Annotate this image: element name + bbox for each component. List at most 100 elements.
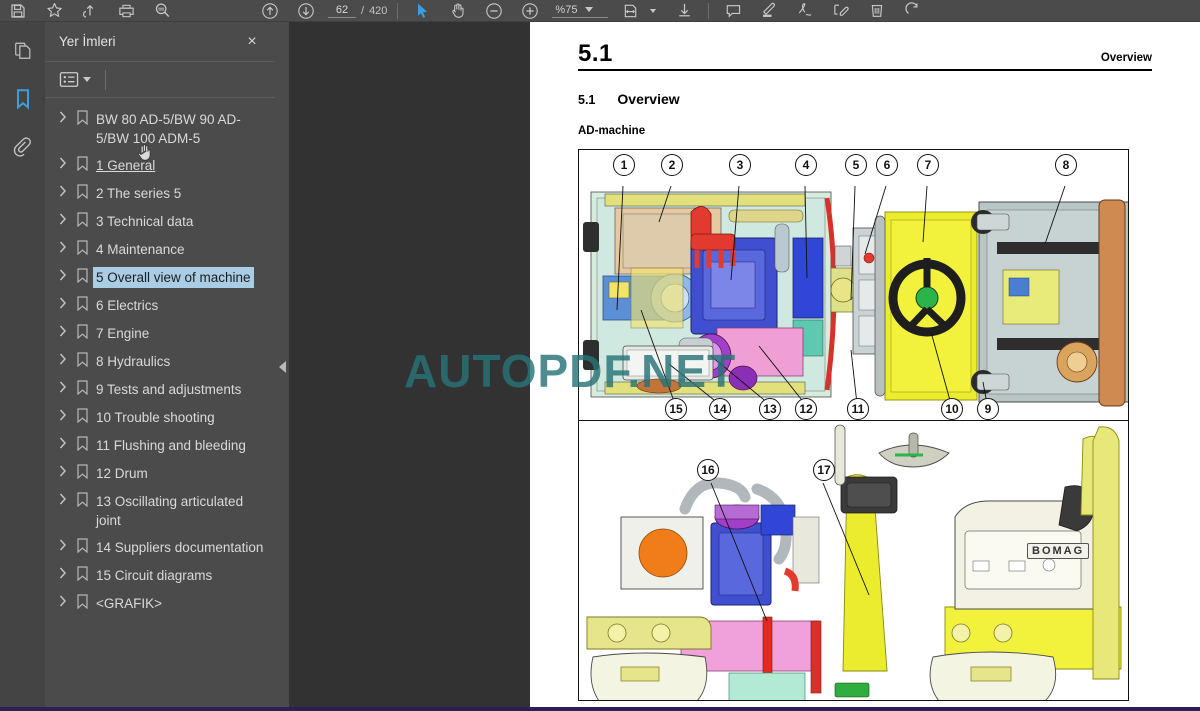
panel-collapse-handle[interactable] [275,22,289,711]
hand-tool-icon[interactable] [440,0,476,22]
draw-icon[interactable] [787,0,823,22]
chevron-right-icon[interactable] [55,407,71,421]
bookmark-item[interactable]: 13 Oscillating articulated joint [45,488,275,534]
bookmark-label: 8 Hydraulics [96,354,171,369]
attachment-icon[interactable] [8,132,38,162]
bookmark-label: 10 Trouble shooting [96,410,215,425]
document-viewer[interactable]: 5.1 Overview 5.1 Overview AD-machine BOM… [289,22,1200,711]
bookmark-label: 4 Maintenance [96,242,185,257]
bookmark-item[interactable]: 4 Maintenance [45,236,275,264]
chevron-right-icon[interactable] [55,109,71,123]
bookmark-label: 14 Suppliers documentation [96,540,264,555]
zoom-in-icon[interactable] [512,0,548,22]
fit-mode-chevron-icon[interactable] [650,8,657,13]
bookmark-item[interactable]: 12 Drum [45,460,275,488]
bookmark-label: 13 Oscillating articulated joint [96,494,244,528]
chevron-right-icon[interactable] [55,155,71,169]
bookmark-flag-icon [71,407,93,423]
bookmarks-panel-title: Yer İmleri [59,34,116,49]
side-rail [0,22,49,711]
bookmark-item[interactable]: 1 General [45,152,275,180]
bookmark-item[interactable]: 11 Flushing and bleeding [45,432,275,460]
page-number-input[interactable] [328,3,356,18]
comment-icon[interactable] [715,0,751,22]
bookmark-flag-icon [71,593,93,609]
bookmark-flag-icon [71,565,93,581]
highlight-icon[interactable] [751,0,787,22]
chevron-right-icon[interactable] [55,537,71,551]
sign-icon[interactable] [823,0,859,22]
chevron-right-icon[interactable] [55,379,71,393]
callout-13: 13 [759,398,781,420]
chevron-left-icon [278,360,286,373]
bookmark-item[interactable]: 8 Hydraulics [45,348,275,376]
section-heading: 5.1 Overview [578,91,1152,107]
chevron-right-icon[interactable] [55,435,71,449]
chevron-right-icon[interactable] [55,351,71,365]
bookmark-flag-icon [71,463,93,479]
zoom-out-icon[interactable] [476,0,512,22]
bookmark-item[interactable]: <GRAFIK> [45,590,275,618]
bookmark-flag-icon [71,491,93,507]
fit-width-icon[interactable] [612,0,648,22]
chevron-right-icon[interactable] [55,323,71,337]
bookmark-item[interactable]: 3 Technical data [45,208,275,236]
chevron-right-icon[interactable] [55,239,71,253]
bookmark-flag-icon [71,183,93,199]
bookmark-item[interactable]: 15 Circuit diagrams [45,562,275,590]
chevron-right-icon[interactable] [55,183,71,197]
chevron-right-icon[interactable] [55,463,71,477]
chevron-down-icon [585,7,594,12]
save-icon[interactable] [0,0,36,22]
print-icon[interactable] [108,0,144,22]
page-separator: / [361,4,365,17]
pages-icon[interactable] [8,36,38,66]
bookmark-icon[interactable] [8,84,49,114]
callout-14: 14 [709,398,731,420]
chevron-right-icon[interactable] [55,211,71,225]
callout-9: 9 [977,398,999,420]
bookmark-flag-icon [71,379,93,395]
toolbar: / 420 %75 [0,0,1200,22]
section-title: Overview [617,91,680,107]
bookmark-label: 9 Tests and adjustments [96,382,242,397]
callout-6: 6 [876,154,898,176]
page-up-button[interactable] [252,0,288,22]
bookmark-item[interactable]: 9 Tests and adjustments [45,376,275,404]
chevron-right-icon[interactable] [55,267,71,281]
delete-icon[interactable] [859,0,895,22]
chevron-right-icon[interactable] [55,593,71,607]
star-icon[interactable] [36,0,72,22]
bookmark-item[interactable]: 6 Electrics [45,292,275,320]
section-number: 5.1 [578,93,596,107]
bookmarks-panel-header: Yer İmleri × [45,22,275,62]
toolbar-divider-1 [397,2,399,19]
zoom-level-select[interactable]: %75 [552,4,609,18]
select-tool-icon[interactable] [404,0,440,22]
bookmarks-list[interactable]: BW 80 AD-5/BW 90 AD-5/BW 100 ADM-5 1 Gene… [45,98,275,711]
chevron-right-icon[interactable] [55,491,71,505]
chevron-right-icon[interactable] [55,565,71,579]
callout-3: 3 [729,154,751,176]
callout-4: 4 [795,154,817,176]
bookmark-label: 3 Technical data [96,214,194,229]
bookmark-item[interactable]: 2 The series 5 [45,180,275,208]
page-down-button[interactable] [288,0,324,22]
close-icon[interactable]: × [241,31,263,53]
bookmark-item[interactable]: 10 Trouble shooting [45,404,275,432]
bookmark-flag-icon [71,435,93,451]
rotate-icon[interactable] [895,0,931,22]
bookmark-label: 1 General [96,158,156,173]
bookmark-flag-icon [71,351,93,367]
bookmark-item[interactable]: 7 Engine [45,320,275,348]
callout-12: 12 [795,398,817,420]
bookmark-item[interactable]: BW 80 AD-5/BW 90 AD-5/BW 100 ADM-5 [45,106,275,152]
search-icon[interactable] [144,0,180,22]
bookmark-item[interactable]: 14 Suppliers documentation [45,534,275,562]
bookmark-options-button[interactable] [59,71,91,88]
bookmark-flag-icon [71,109,93,125]
bookmark-item[interactable]: 5 Overall view of machine [45,264,275,292]
chevron-right-icon[interactable] [55,295,71,309]
download-icon[interactable] [666,0,702,22]
share-icon[interactable] [72,0,108,22]
